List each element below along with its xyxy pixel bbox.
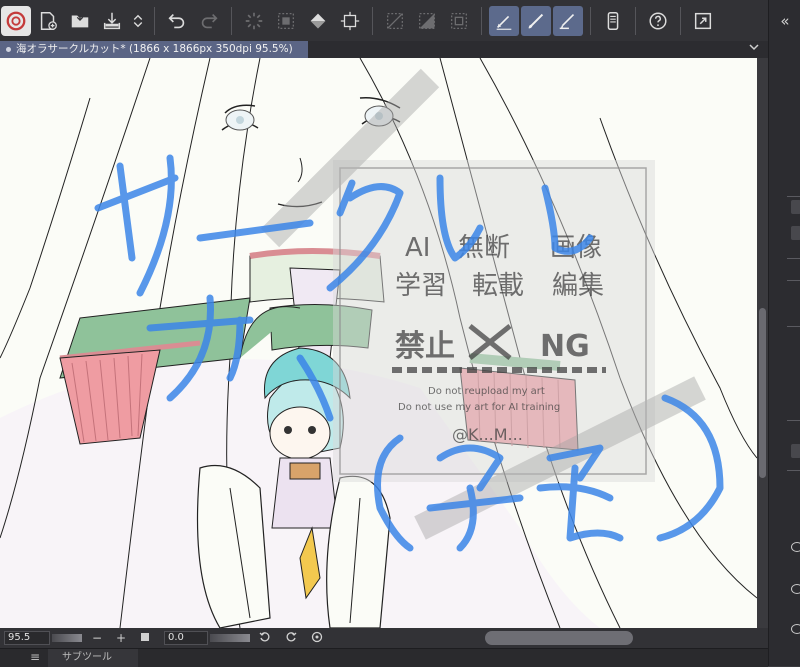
- rotation-slider[interactable]: [210, 634, 250, 642]
- panel-divider: [787, 420, 800, 421]
- zoom-slider[interactable]: [52, 634, 82, 642]
- redo-icon[interactable]: [194, 6, 224, 36]
- fit-square-icon[interactable]: [136, 631, 154, 645]
- watermark-note-ai: Do not use my art for AI training: [398, 402, 560, 413]
- up-down-arrows-icon[interactable]: [129, 6, 147, 36]
- watermark-gakushu: 学習: [395, 271, 447, 301]
- vertical-scrollbar[interactable]: [757, 58, 768, 628]
- panel-divider: [787, 326, 800, 327]
- panel-stub[interactable]: [791, 200, 800, 214]
- watermark-kinshi: 禁止: [395, 329, 455, 364]
- panel-menu-icon[interactable]: ≡: [30, 650, 40, 664]
- toolbar-separator: [680, 6, 681, 35]
- watermark-note-reupload: Do not reupload my art: [428, 386, 545, 397]
- rotation-input[interactable]: 0.0: [164, 631, 208, 645]
- reset-rotation-icon[interactable]: [308, 631, 326, 646]
- watermark-tensai: 転載: [472, 271, 524, 301]
- panel-divider: [787, 258, 800, 259]
- toolbar-separator: [372, 6, 373, 35]
- canvas-artwork[interactable]: AI 無断 画像 学習 転載 編集 禁止 NG Do not reupload …: [0, 58, 757, 628]
- pen-pressure-icon[interactable]: [489, 5, 519, 36]
- rotate-left-icon[interactable]: [256, 631, 274, 646]
- transform-icon[interactable]: [335, 6, 365, 36]
- toolbar-separator: [231, 6, 232, 35]
- watermark-handle: @K...M...: [452, 425, 523, 444]
- collapse-panel-icon[interactable]: «: [769, 0, 800, 41]
- invert-selection-icon[interactable]: [380, 6, 410, 36]
- subtool-tab-label: サブツール: [62, 652, 112, 663]
- right-panel-strip: «: [768, 0, 800, 666]
- clear-selection-icon[interactable]: [271, 6, 301, 36]
- new-canvas-icon[interactable]: [33, 6, 63, 36]
- watermark-ng: NG: [540, 329, 590, 364]
- horizontal-scrollbar-thumb[interactable]: [485, 631, 633, 645]
- fullscreen-icon[interactable]: [688, 6, 718, 36]
- eye-icon[interactable]: [791, 584, 800, 594]
- pencil-brush-icon[interactable]: [521, 5, 551, 36]
- main-toolbar: [0, 0, 768, 42]
- panel-divider: [787, 280, 800, 281]
- eye-icon[interactable]: [791, 624, 800, 634]
- app-logo-icon[interactable]: [1, 5, 31, 36]
- subtool-tab[interactable]: サブツール: [48, 649, 138, 667]
- canvas-area[interactable]: AI 無断 画像 学習 転載 編集 禁止 NG Do not reupload …: [0, 58, 768, 628]
- panel-divider: [787, 470, 800, 471]
- rotate-right-icon[interactable]: [282, 631, 300, 646]
- canvas-status-bar: 95.5 − + 0.0: [0, 628, 768, 648]
- zoom-out-button[interactable]: −: [88, 631, 106, 645]
- eye-icon[interactable]: [791, 542, 800, 552]
- toolbar-separator: [590, 6, 591, 35]
- panel-divider: [787, 196, 800, 197]
- crop-selection-icon[interactable]: [444, 6, 474, 36]
- toolbar-separator: [481, 6, 482, 35]
- watermark-henshu: 編集: [552, 271, 604, 301]
- loading-spinner-icon[interactable]: [239, 6, 269, 36]
- toolbar-separator: [154, 6, 155, 35]
- undo-icon[interactable]: [162, 6, 192, 36]
- document-title: 海オラサークルカット* (1866 x 1866px 350dpi 95.5%): [16, 43, 293, 55]
- panel-stub[interactable]: [791, 226, 800, 240]
- unsaved-dot-icon: [6, 46, 11, 52]
- eraser-pen-icon[interactable]: [553, 5, 583, 36]
- smartphone-icon[interactable]: [598, 6, 628, 36]
- open-folder-icon[interactable]: [65, 6, 95, 36]
- selection-layer-icon[interactable]: [412, 6, 442, 36]
- save-icon[interactable]: [97, 6, 127, 36]
- document-tab[interactable]: 海オラサークルカット* (1866 x 1866px 350dpi 95.5%): [0, 41, 308, 58]
- vertical-scrollbar-thumb[interactable]: [759, 308, 766, 478]
- bottom-panel-tabs: ≡ サブツール: [0, 648, 768, 667]
- zoom-in-button[interactable]: +: [112, 631, 130, 645]
- help-icon[interactable]: [643, 6, 673, 36]
- fill-icon[interactable]: [303, 6, 333, 36]
- document-tab-bar: 海オラサークルカット* (1866 x 1866px 350dpi 95.5%): [0, 41, 768, 58]
- toolbar-separator: [635, 6, 636, 35]
- chevron-down-icon[interactable]: [748, 41, 760, 58]
- watermark-ai: AI: [405, 233, 430, 263]
- zoom-input[interactable]: 95.5: [4, 631, 50, 645]
- panel-stub[interactable]: [791, 444, 800, 458]
